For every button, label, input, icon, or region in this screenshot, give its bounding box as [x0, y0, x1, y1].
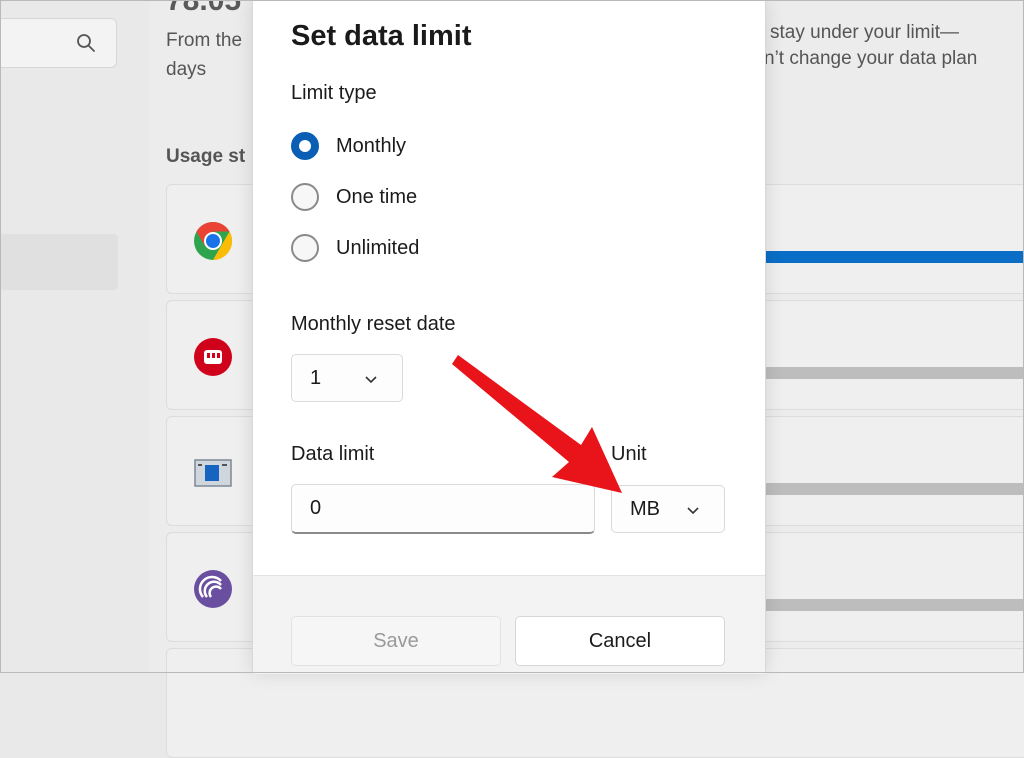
- chevron-down-icon: [365, 376, 377, 384]
- search-icon[interactable]: [76, 33, 96, 53]
- data-limit-label: Data limit: [291, 443, 375, 465]
- chevron-down-icon: [687, 507, 699, 515]
- reset-date-dropdown[interactable]: 1: [291, 354, 403, 402]
- unit-value: MB: [630, 497, 660, 520]
- usage-bar: [765, 483, 1024, 495]
- limit-description-2: n’t change your data plan: [764, 48, 978, 69]
- window-app-icon: [194, 459, 232, 487]
- radio-monthly[interactable]: Monthly: [291, 129, 406, 163]
- radio-unlimited[interactable]: Unlimited: [291, 231, 419, 265]
- dialog-title: Set data limit: [291, 20, 472, 52]
- usage-stats-heading: Usage st: [166, 146, 246, 167]
- usage-total: 78.05: [166, 0, 242, 17]
- usage-description-days: days: [166, 59, 207, 80]
- data-limit-input[interactable]: 0: [291, 484, 595, 534]
- usage-bar: [765, 367, 1024, 379]
- settings-sidebar: [0, 0, 150, 673]
- sidebar-selected-item[interactable]: [0, 234, 118, 290]
- cancel-button[interactable]: Cancel: [515, 616, 725, 666]
- radio-button[interactable]: [291, 183, 319, 211]
- unit-dropdown[interactable]: MB: [611, 485, 725, 533]
- data-limit-value: 0: [310, 497, 322, 519]
- purple-app-icon: [194, 570, 232, 608]
- limit-description: stay under your limit—: [770, 22, 960, 43]
- red-fist-app-icon: [194, 338, 232, 376]
- usage-bar: [765, 599, 1024, 611]
- limit-type-label: Limit type: [291, 82, 377, 104]
- radio-label: One time: [336, 185, 418, 208]
- radio-button-checked[interactable]: [291, 132, 319, 160]
- radio-label: Unlimited: [336, 236, 420, 259]
- radio-one-time[interactable]: One time: [291, 180, 417, 214]
- dialog-footer: Save Cancel: [253, 575, 765, 674]
- chrome-icon: [194, 221, 233, 261]
- usage-bar: [765, 251, 1024, 263]
- save-button[interactable]: Save: [291, 616, 501, 666]
- unit-label: Unit: [611, 443, 647, 465]
- radio-label: Monthly: [336, 134, 407, 157]
- set-data-limit-dialog: Set data limit Limit type Monthly One ti…: [252, 0, 766, 674]
- reset-date-value: 1: [310, 366, 322, 389]
- search-box[interactable]: [0, 18, 117, 68]
- radio-button[interactable]: [291, 234, 319, 262]
- usage-description: From the: [166, 30, 243, 51]
- reset-date-label: Monthly reset date: [291, 313, 456, 335]
